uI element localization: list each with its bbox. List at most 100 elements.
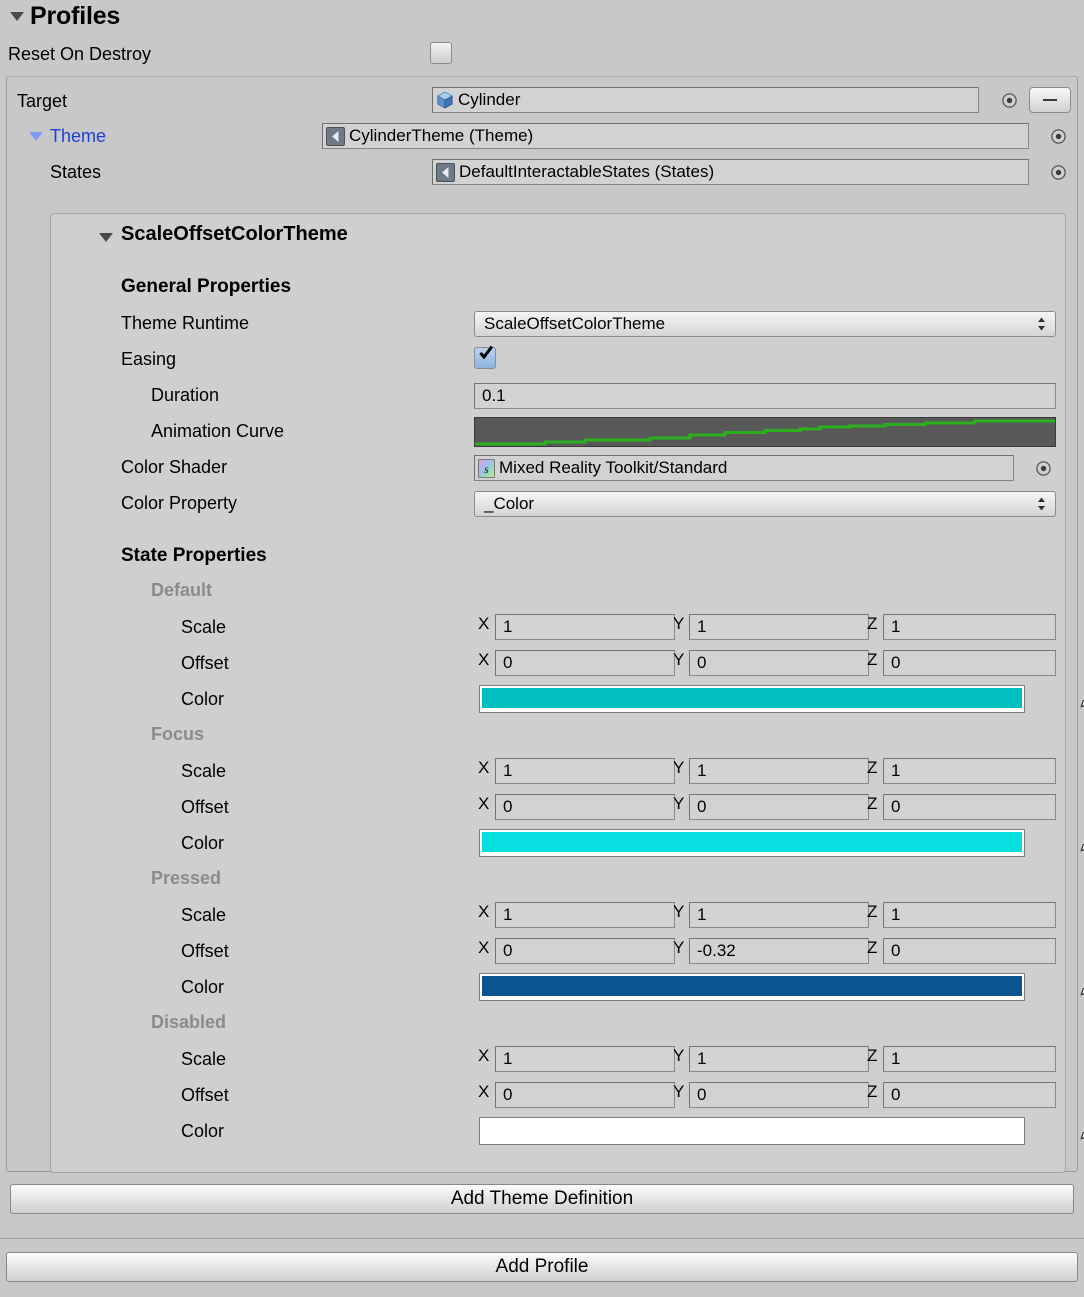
default-scale-z-input[interactable]: 1 bbox=[883, 614, 1056, 640]
eyedropper-icon[interactable] bbox=[1078, 972, 1084, 998]
axis-x-label: X bbox=[478, 614, 490, 633]
default-offset-z-input[interactable]: 0 bbox=[883, 650, 1056, 676]
axis-x-label: X bbox=[478, 650, 490, 669]
pressed-offset-z-input[interactable]: 0 bbox=[883, 938, 1056, 964]
default-offset-y-value: 0 bbox=[697, 653, 707, 672]
axis-z-label: Z bbox=[867, 902, 878, 921]
axis-y-label: Y bbox=[673, 1046, 685, 1065]
default-scale-y-value: 1 bbox=[697, 617, 707, 636]
states-object-picker-icon[interactable] bbox=[1051, 165, 1066, 180]
duration-input[interactable]: 0.1 bbox=[474, 383, 1056, 409]
focus-scale-y-input[interactable]: 1 bbox=[689, 758, 869, 784]
axis-y-label: Y bbox=[673, 614, 685, 633]
default-color-fill bbox=[482, 688, 1022, 708]
eyedropper-icon[interactable] bbox=[1078, 684, 1084, 710]
color-label: Color bbox=[181, 977, 225, 997]
target-object-field[interactable]: Cylinder bbox=[432, 87, 979, 113]
focus-offset-y-input[interactable]: 0 bbox=[689, 794, 869, 820]
disabled-offset-x-value: 0 bbox=[503, 1085, 513, 1104]
eyedropper-icon[interactable] bbox=[1078, 1116, 1084, 1142]
default-offset-x-input[interactable]: 0 bbox=[495, 650, 675, 676]
theme-definition-chevron-icon[interactable] bbox=[99, 233, 113, 242]
focus-color-swatch[interactable] bbox=[479, 829, 1025, 857]
color-shader-object-picker-icon[interactable] bbox=[1036, 461, 1051, 476]
add-theme-definition-label: Add Theme Definition bbox=[450, 1188, 634, 1209]
default-scale-x-input[interactable]: 1 bbox=[495, 614, 675, 640]
scriptable-object-icon bbox=[326, 126, 345, 146]
disabled-offset-y-input[interactable]: 0 bbox=[689, 1082, 869, 1108]
pressed-scale-z-value: 1 bbox=[891, 905, 901, 924]
color-label: Color bbox=[181, 689, 225, 709]
disabled-offset-z-input[interactable]: 0 bbox=[883, 1082, 1056, 1108]
state-name-disabled: Disabled bbox=[151, 1012, 227, 1032]
axis-x-label: X bbox=[478, 758, 490, 777]
color-property-value: _Color bbox=[484, 494, 535, 513]
focus-offset-z-input[interactable]: 0 bbox=[883, 794, 1056, 820]
pressed-offset-x-input[interactable]: 0 bbox=[495, 938, 675, 964]
theme-runtime-dropdown[interactable]: ScaleOffsetColorTheme bbox=[474, 311, 1056, 337]
animation-curve-field[interactable] bbox=[474, 417, 1056, 447]
add-profile-label: Add Profile bbox=[495, 1256, 589, 1277]
axis-y-label: Y bbox=[673, 902, 685, 921]
state-name-focus: Focus bbox=[151, 724, 205, 744]
pressed-offset-y-value: -0.32 bbox=[697, 941, 736, 960]
focus-scale-y-value: 1 bbox=[697, 761, 707, 780]
color-shader-object-field[interactable]: s Mixed Reality Toolkit/Standard bbox=[474, 455, 1014, 481]
theme-foldout-chevron-icon[interactable] bbox=[29, 132, 43, 141]
disabled-offset-x-input[interactable]: 0 bbox=[495, 1082, 675, 1108]
states-object-field[interactable]: DefaultInteractableStates (States) bbox=[432, 159, 1029, 185]
easing-checkbox[interactable] bbox=[474, 345, 496, 369]
theme-object-field[interactable]: CylinderTheme (Theme) bbox=[322, 123, 1029, 149]
axis-x-label: X bbox=[478, 1082, 490, 1101]
default-scale-x-value: 1 bbox=[503, 617, 513, 636]
divider bbox=[0, 1238, 1084, 1239]
default-offset-y-input[interactable]: 0 bbox=[689, 650, 869, 676]
disabled-scale-x-input[interactable]: 1 bbox=[495, 1046, 675, 1072]
chevron-down-icon[interactable] bbox=[10, 12, 24, 21]
disabled-offset-y-value: 0 bbox=[697, 1085, 707, 1104]
target-label: Target bbox=[17, 91, 68, 111]
general-properties-header: General Properties bbox=[121, 276, 292, 297]
axis-y-label: Y bbox=[673, 938, 685, 957]
theme-label[interactable]: Theme bbox=[50, 126, 106, 147]
pressed-scale-y-input[interactable]: 1 bbox=[689, 902, 869, 928]
page-title: Profiles bbox=[30, 2, 121, 30]
focus-scale-z-value: 1 bbox=[891, 761, 901, 780]
focus-offset-z-value: 0 bbox=[891, 797, 901, 816]
remove-profile-button[interactable] bbox=[1029, 87, 1071, 113]
focus-color-fill bbox=[482, 832, 1022, 852]
state-name-default: Default bbox=[151, 580, 213, 600]
focus-scale-x-input[interactable]: 1 bbox=[495, 758, 675, 784]
duration-value: 0.1 bbox=[482, 386, 506, 405]
pressed-scale-x-input[interactable]: 1 bbox=[495, 902, 675, 928]
disabled-scale-z-input[interactable]: 1 bbox=[883, 1046, 1056, 1072]
default-scale-y-input[interactable]: 1 bbox=[689, 614, 869, 640]
default-color-swatch[interactable] bbox=[479, 685, 1025, 713]
chevron-updown-icon bbox=[1038, 497, 1045, 511]
default-offset-x-value: 0 bbox=[503, 653, 513, 672]
default-offset-z-value: 0 bbox=[891, 653, 901, 672]
eyedropper-icon[interactable] bbox=[1078, 828, 1084, 854]
axis-x-label: X bbox=[478, 794, 490, 813]
profiles-foldout[interactable]: Profiles bbox=[10, 2, 120, 31]
state-name-pressed: Pressed bbox=[151, 868, 222, 888]
theme-object-picker-icon[interactable] bbox=[1051, 129, 1066, 144]
duration-label: Duration bbox=[151, 385, 220, 405]
pressed-scale-z-input[interactable]: 1 bbox=[883, 902, 1056, 928]
focus-offset-x-input[interactable]: 0 bbox=[495, 794, 675, 820]
offset-label: Offset bbox=[181, 1085, 229, 1105]
reset-on-destroy-checkbox[interactable] bbox=[430, 42, 452, 64]
pressed-color-swatch[interactable] bbox=[479, 973, 1025, 1001]
add-profile-button[interactable]: Add Profile bbox=[6, 1252, 1078, 1282]
focus-scale-z-input[interactable]: 1 bbox=[883, 758, 1056, 784]
disabled-color-swatch[interactable] bbox=[479, 1117, 1025, 1145]
add-theme-definition-button[interactable]: Add Theme Definition bbox=[10, 1184, 1074, 1214]
cube-icon bbox=[437, 91, 453, 109]
focus-offset-x-value: 0 bbox=[503, 797, 513, 816]
disabled-scale-y-input[interactable]: 1 bbox=[689, 1046, 869, 1072]
svg-text:s: s bbox=[484, 462, 489, 476]
pressed-offset-y-input[interactable]: -0.32 bbox=[689, 938, 869, 964]
target-object-picker-icon[interactable] bbox=[1002, 93, 1017, 108]
easing-label: Easing bbox=[121, 349, 177, 369]
color-property-dropdown[interactable]: _Color bbox=[474, 491, 1056, 517]
